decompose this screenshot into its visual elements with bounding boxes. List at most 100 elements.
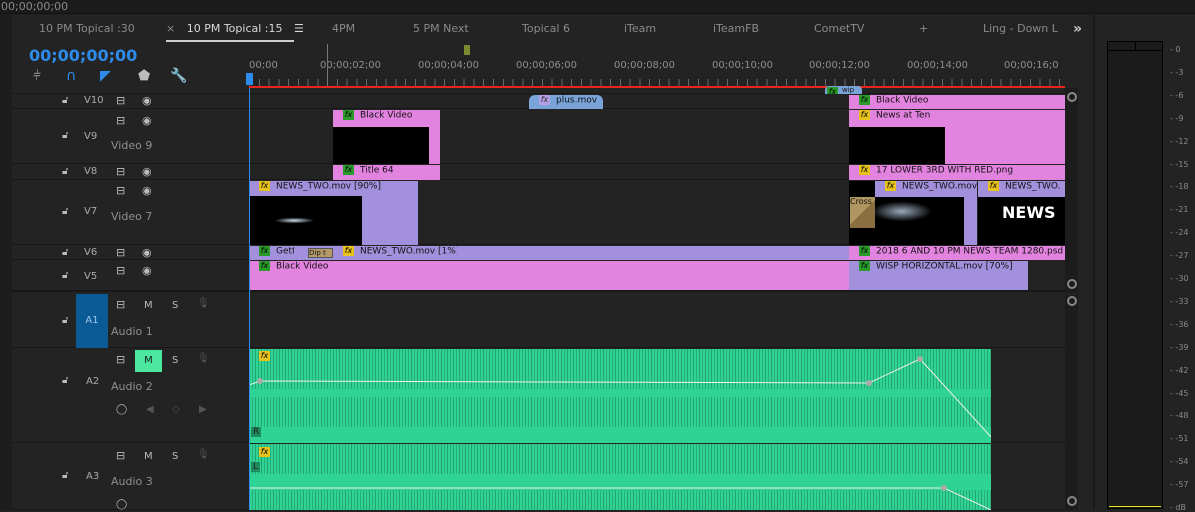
clip-black-video-v5[interactable]: fx Black Video <box>249 261 849 290</box>
tabs-overflow-icon[interactable]: » <box>1073 18 1082 42</box>
track-target-a1[interactable]: A1 <box>76 294 108 348</box>
mic-icon[interactable]: 🎙︎ <box>197 298 210 309</box>
menu-icon[interactable]: ☰ <box>294 22 304 35</box>
prev-keyframe-icon[interactable]: ◀ <box>146 404 154 415</box>
eye-icon[interactable]: ◉ <box>142 94 152 107</box>
track-id[interactable]: V10 <box>84 95 104 106</box>
lock-icon[interactable]: 🔓︎ <box>62 315 68 326</box>
keyframe-menu-icon[interactable]: ◯ <box>116 404 127 415</box>
meter-scale-label: - -18 <box>1170 182 1189 192</box>
eye-icon[interactable]: ◉ <box>142 165 152 178</box>
audio-scrollbar[interactable] <box>1065 295 1078 510</box>
track-a1 <box>12 293 1065 348</box>
sync-lock-icon[interactable]: ⊟ <box>116 94 125 107</box>
lock-icon[interactable]: 🔓︎ <box>62 247 68 258</box>
video-scrollbar[interactable] <box>1065 88 1078 293</box>
track-name[interactable]: Audio 3 <box>111 475 153 488</box>
lock-icon[interactable]: 🔓︎ <box>62 166 68 177</box>
tab-5pm-next[interactable]: 5 PM Next <box>413 18 469 42</box>
sync-lock-icon[interactable]: ⊟ <box>116 353 125 366</box>
transition-dip[interactable]: Dip t <box>308 248 333 258</box>
mic-icon[interactable]: 🎙︎ <box>197 449 210 460</box>
clip-plus-mov[interactable]: fx plus.mov <box>529 95 603 109</box>
solo-button[interactable]: S <box>172 451 178 462</box>
track-id[interactable]: V9 <box>84 131 97 142</box>
sync-lock-icon[interactable]: ⊟ <box>116 114 125 127</box>
sync-lock-icon[interactable]: ⊟ <box>116 449 125 462</box>
mute-button[interactable]: M <box>144 451 153 462</box>
clip-wisp-horizontal[interactable]: fx WISP HORIZONTAL.mov [70%] <box>849 261 1028 290</box>
solo-button[interactable]: S <box>172 355 178 366</box>
sync-lock-icon[interactable]: ⊟ <box>116 246 125 259</box>
mic-icon[interactable]: 🎙︎ <box>197 353 210 364</box>
track-name[interactable]: Video 9 <box>111 139 152 152</box>
audio-clip-a2[interactable]: fx R <box>249 349 991 443</box>
clip-news-two-1[interactable]: fx NEWS_TWO.mov [1%] <box>333 246 457 260</box>
clip-lower-3rd[interactable]: fx 17 LOWER 3RD WITH RED.png <box>849 165 1065 180</box>
mute-button[interactable]: M <box>144 300 153 311</box>
close-icon[interactable]: × <box>166 22 175 35</box>
tab-ling-down[interactable]: Ling - Down L <box>983 18 1058 42</box>
insert-nest-icon[interactable]: ⫩ <box>33 68 41 84</box>
volume-rubberband[interactable] <box>249 349 991 443</box>
next-keyframe-icon[interactable]: ▶ <box>199 404 207 415</box>
snap-magnet-icon[interactable]: ∩ <box>66 68 76 84</box>
tab-iteamfb[interactable]: iTeamFB <box>713 18 759 42</box>
clip-getty[interactable]: fxGettyI <box>249 246 294 260</box>
track-name[interactable]: Audio 1 <box>111 325 153 338</box>
scroll-handle[interactable] <box>1067 296 1077 306</box>
playhead-handle[interactable] <box>246 73 253 85</box>
lock-icon[interactable]: 🔓︎ <box>62 270 68 281</box>
clip-wip[interactable]: fx wip <box>825 86 862 94</box>
lock-icon[interactable]: 🔓︎ <box>62 130 68 141</box>
add-tab-button[interactable]: + <box>919 18 928 42</box>
sync-lock-icon[interactable]: ⊟ <box>116 298 125 311</box>
linked-selection-icon[interactable]: ◤ <box>100 68 111 84</box>
audio-clip-a3[interactable]: fx L <box>249 444 991 510</box>
scroll-handle[interactable] <box>1067 92 1077 102</box>
tab-4pm[interactable]: 4PM <box>332 18 355 42</box>
lock-icon[interactable]: 🔓︎ <box>62 375 68 386</box>
tab-10pm-topical-30[interactable]: 10 PM Topical :30 <box>39 18 135 42</box>
mute-button-active[interactable]: M <box>135 350 162 372</box>
lock-icon[interactable]: 🔓︎ <box>62 95 68 106</box>
lock-icon[interactable]: 🔓︎ <box>62 206 68 217</box>
eye-icon[interactable]: ◉ <box>142 184 152 197</box>
transition-cross-dissolve[interactable]: Cross <box>850 197 875 228</box>
tab-10pm-topical-15[interactable]: × 10 PM Topical :15 ☰ <box>166 18 304 42</box>
top-panel: 00;00;00;00 <box>0 0 1195 14</box>
eye-icon[interactable]: ◉ <box>142 264 152 277</box>
tab-topical-6[interactable]: Topical 6 <box>522 18 570 42</box>
sequence-marker[interactable] <box>464 45 470 55</box>
track-id[interactable]: V8 <box>84 166 97 177</box>
sync-lock-icon[interactable]: ⊟ <box>116 165 125 178</box>
track-name[interactable]: Audio 2 <box>111 380 153 393</box>
sync-lock-icon[interactable]: ⊟ <box>116 184 125 197</box>
track-name[interactable]: Video 7 <box>111 210 152 223</box>
clip-title-64[interactable]: fx Title 64 <box>333 165 440 180</box>
tab-iteam[interactable]: iTeam <box>624 18 656 42</box>
track-id[interactable]: V5 <box>84 271 97 282</box>
playhead-line[interactable] <box>249 88 250 510</box>
keyframe-menu-icon[interactable]: ◯ <box>116 499 127 510</box>
wrench-settings-icon[interactable]: 🔧 <box>170 68 187 84</box>
tab-comettv[interactable]: CometTV <box>814 18 864 42</box>
lock-icon[interactable]: 🔓︎ <box>62 470 68 481</box>
scroll-handle[interactable] <box>1067 279 1077 289</box>
clip-thumbnail <box>849 127 945 164</box>
track-id[interactable]: A2 <box>86 376 99 387</box>
track-id[interactable]: V7 <box>84 206 97 217</box>
sync-lock-icon[interactable]: ⊟ <box>116 264 125 277</box>
track-id[interactable]: A3 <box>86 471 99 482</box>
eye-icon[interactable]: ◉ <box>142 246 152 259</box>
scroll-handle[interactable] <box>1067 496 1077 506</box>
track-id[interactable]: V6 <box>84 247 97 258</box>
add-marker-icon[interactable]: ⬟ <box>138 68 150 84</box>
clip-black-video-v10[interactable]: fx Black Video <box>849 95 1065 109</box>
volume-rubberband[interactable] <box>249 444 991 510</box>
eye-icon[interactable]: ◉ <box>142 114 152 127</box>
solo-button[interactable]: S <box>172 300 178 311</box>
clip-news-team-psd[interactable]: fx 2018 6 AND 10 PM NEWS TEAM 1280.psd <box>849 246 1065 260</box>
add-keyframe-icon[interactable]: ◇ <box>172 404 180 415</box>
playhead-timecode[interactable]: 00;00;00;00 <box>29 46 137 65</box>
